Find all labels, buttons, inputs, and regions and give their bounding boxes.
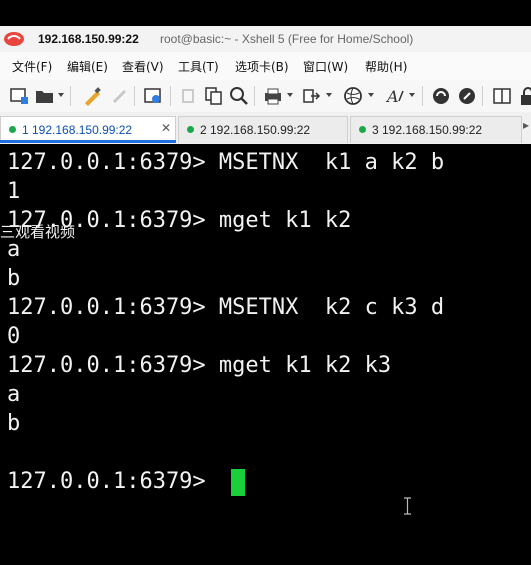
print-icon[interactable] xyxy=(263,86,283,106)
window-title-host: 192.168.150.99:22 xyxy=(38,32,139,46)
terminal-line: 127.0.0.1:6379> MSETNX k1 a k2 b xyxy=(7,150,445,175)
transfer-icon[interactable] xyxy=(301,86,321,106)
toolbar-separator xyxy=(482,86,483,106)
menu-window[interactable]: 窗口(W) xyxy=(303,58,348,75)
tab-session-2[interactable]: 2 192.168.150.99:22 xyxy=(178,116,348,143)
pen-disabled-icon xyxy=(112,89,127,104)
active-tab-indicator xyxy=(0,140,176,143)
video-overlay-caption: 三观看视频 xyxy=(0,223,76,241)
lock-icon[interactable] xyxy=(518,86,531,106)
pen-icon[interactable] xyxy=(82,86,102,106)
copy-icon[interactable] xyxy=(204,86,224,106)
connected-status-icon xyxy=(359,126,366,133)
terminal-line: a xyxy=(7,382,21,407)
toolbar-separator xyxy=(170,86,171,106)
toolbar-separator xyxy=(70,86,71,106)
globe-dropdown-icon[interactable] xyxy=(368,93,374,97)
xshell-logo-icon xyxy=(4,32,24,46)
xftp-icon[interactable] xyxy=(431,86,451,106)
terminal-cursor xyxy=(231,469,245,496)
open-dropdown-icon[interactable] xyxy=(58,93,64,97)
menu-tools[interactable]: 工具(T) xyxy=(178,58,219,75)
terminal-line: 127.0.0.1:6379> mget k1 k2 k3 xyxy=(7,353,392,378)
find-icon[interactable] xyxy=(229,86,249,106)
globe-icon[interactable] xyxy=(343,86,363,106)
font-icon[interactable]: A xyxy=(385,86,405,106)
svg-text:A: A xyxy=(385,87,399,106)
tab-overflow-icon[interactable]: ▸ xyxy=(523,118,529,132)
menu-file[interactable]: 文件(F) xyxy=(12,58,52,75)
terminal-line: b xyxy=(7,266,21,291)
xshell-window: 192.168.150.99:22 root@basic:~ - Xshell … xyxy=(0,0,531,565)
terminal-line: 0 xyxy=(7,324,21,349)
compose-icon[interactable] xyxy=(457,86,477,106)
tab-label: 3 192.168.150.99:22 xyxy=(372,123,483,137)
tab-session-3[interactable]: 3 192.168.150.99:22 xyxy=(350,116,522,143)
terminal-line: 1 xyxy=(7,179,21,204)
window-title: root@basic:~ - Xshell 5 (Free for Home/S… xyxy=(160,32,414,46)
properties-icon[interactable] xyxy=(143,86,163,106)
menu-tabs[interactable]: 选项卡(B) xyxy=(235,58,289,75)
menu-help[interactable]: 帮助(H) xyxy=(365,58,407,75)
print-dropdown-icon[interactable] xyxy=(287,93,293,97)
open-folder-icon[interactable] xyxy=(35,86,55,106)
text-cursor-icon xyxy=(404,497,411,515)
close-tab-icon[interactable]: ✕ xyxy=(161,121,171,135)
menu-view[interactable]: 查看(V) xyxy=(122,58,164,75)
transfer-dropdown-icon[interactable] xyxy=(326,93,332,97)
tab-session-1[interactable]: 1 192.168.150.99:22 xyxy=(0,116,176,143)
copy-disabled-icon xyxy=(182,89,194,103)
toolbar-separator xyxy=(254,86,255,106)
menu-edit[interactable]: 编辑(E) xyxy=(67,58,108,75)
tab-label: 2 192.168.150.99:22 xyxy=(200,123,311,137)
tab-label: 1 192.168.150.99:22 xyxy=(22,123,133,137)
font-dropdown-icon[interactable] xyxy=(409,93,415,97)
layout-icon[interactable] xyxy=(492,86,512,106)
terminal-line: b xyxy=(7,411,21,436)
toolbar-separator xyxy=(422,86,423,106)
terminal-line: 127.0.0.1:6379> MSETNX k2 c k3 d xyxy=(7,295,445,320)
terminal-prompt: 127.0.0.1:6379> xyxy=(7,469,219,494)
new-session-icon[interactable] xyxy=(9,86,29,106)
connected-status-icon xyxy=(187,126,194,133)
connected-status-icon xyxy=(9,126,16,133)
toolbar-separator xyxy=(134,86,135,106)
